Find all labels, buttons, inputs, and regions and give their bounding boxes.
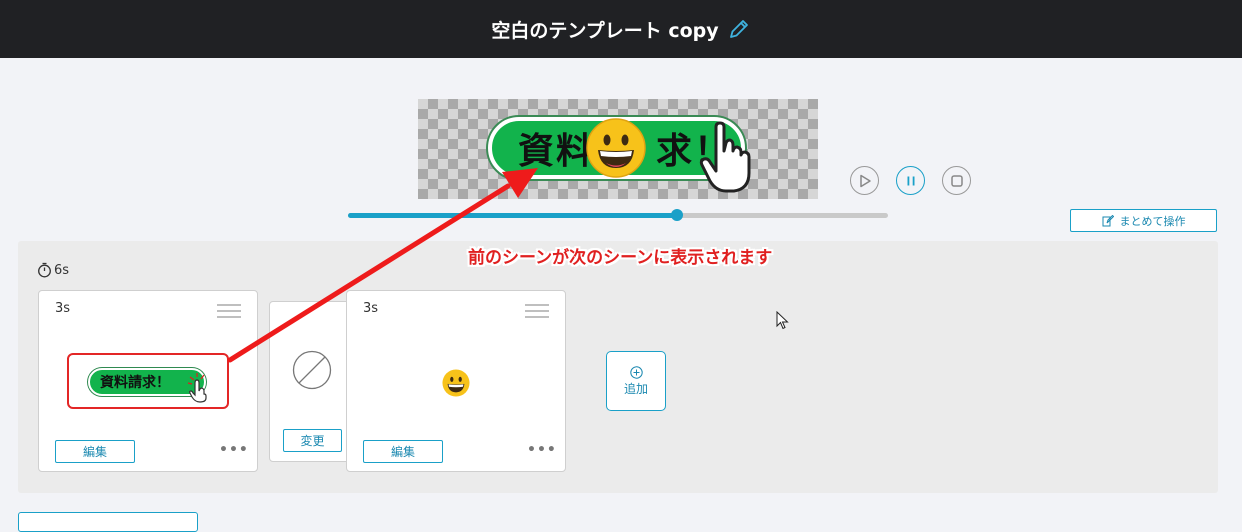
change-transition-button[interactable]: 変更 [283,429,342,452]
grinning-face-icon [442,369,470,397]
stop-button[interactable] [942,166,971,195]
bottom-action-button[interactable] [18,512,198,532]
pause-icon [907,176,914,185]
play-button[interactable] [850,166,879,195]
stop-icon [950,174,963,187]
total-duration-text: 6s [54,262,70,278]
add-scene-label: 追加 [623,381,648,396]
no-transition-icon [292,350,332,390]
pointing-hand-icon [699,121,751,193]
title-area: 空白のテンプレート copy [0,0,1242,58]
plus-circle-icon [629,365,643,379]
bulk-operation-button[interactable]: まとめて操作 [1070,209,1217,232]
mouse-cursor-icon [776,311,789,330]
bulk-operation-label: まとめて操作 [1119,214,1186,228]
grinning-face-icon [586,118,646,178]
pause-button[interactable] [896,166,925,195]
annotation-callout: 前のシーンが次のシーンに表示されます [468,248,773,268]
scene-duration: 3s [363,301,379,316]
timeline-handle[interactable] [671,209,684,221]
drag-handle-icon[interactable] [217,304,241,318]
add-scene-button[interactable]: 追加 [606,351,666,411]
edit-scene-button[interactable]: 編集 [55,440,135,463]
banner-text-left: 資料 [518,131,595,172]
drag-handle-icon[interactable] [525,304,549,318]
scene-duration: 3s [55,301,71,316]
thumbnail-highlight-box [67,353,229,409]
total-duration: 6s [37,262,69,278]
more-options-button[interactable]: ••• [219,442,249,458]
timeline-progress [348,213,678,218]
edit-scene-button[interactable]: 編集 [363,440,443,463]
transition-card[interactable]: 変更 [269,301,355,462]
stopwatch-icon [38,262,51,278]
preview-canvas: 資料 求！ [418,99,818,199]
more-options-button[interactable]: ••• [527,442,557,458]
scene-card-2[interactable]: 3s 編集 ••• [346,290,566,472]
edit-note-icon [1102,214,1114,226]
document-title: 空白のテンプレート copy [491,19,719,42]
pencil-icon[interactable] [727,17,751,41]
play-icon [859,174,871,187]
